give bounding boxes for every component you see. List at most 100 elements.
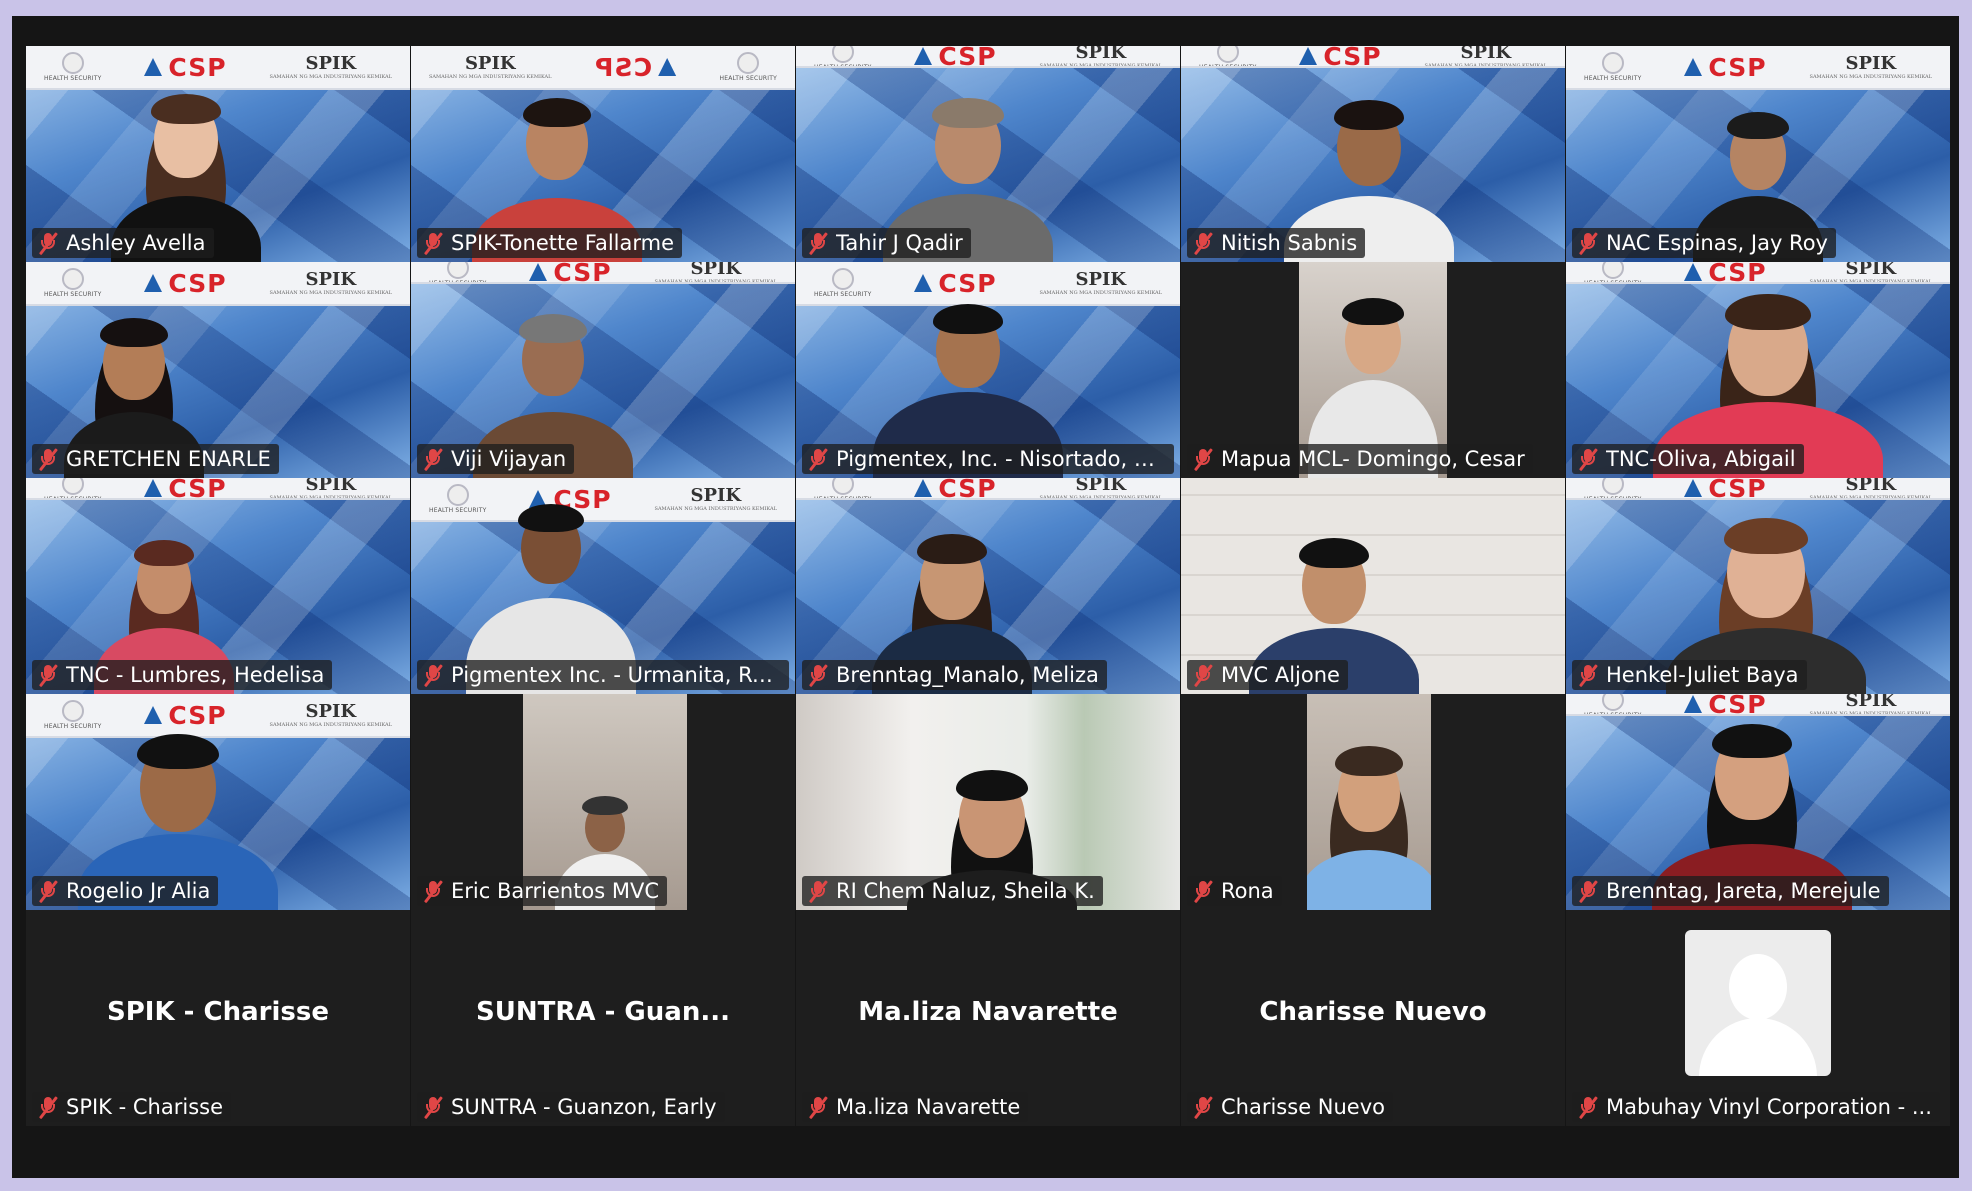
participant-tile[interactable]: HEALTH SECURITY CSP SPIK SAMAHAN NG MGA IND… bbox=[1566, 46, 1950, 262]
participant-name-label[interactable]: Pigmentex Inc. - Urmanita, Ro... bbox=[417, 660, 789, 690]
spik-logo-text: SPIK bbox=[1075, 46, 1127, 63]
person-hair bbox=[932, 98, 1004, 129]
person-hair bbox=[151, 94, 221, 124]
participant-name-label[interactable]: SPIK-Tonette Fallarme bbox=[417, 228, 683, 258]
participant-tile[interactable]: HEALTH SECURITY CSP SPIK SAMAHAN NG MGA IND… bbox=[796, 478, 1180, 694]
participant-display-name: Ma.liza Navarette bbox=[858, 997, 1118, 1027]
health-security-caption: HEALTH SECURITY bbox=[1584, 496, 1642, 500]
participant-name-label[interactable]: Mapua MCL- Domingo, Cesar bbox=[1187, 444, 1533, 474]
participant-name-label[interactable]: Rogelio Jr Alia bbox=[32, 876, 219, 906]
participant-name-label[interactable]: Rona bbox=[1187, 876, 1282, 906]
participant-name-label[interactable]: NAC Espinas, Jay Roy bbox=[1572, 228, 1836, 258]
participant-name-label[interactable]: Nitish Sabnis bbox=[1187, 228, 1366, 258]
mic-muted-icon bbox=[423, 232, 443, 255]
participant-tile[interactable]: HEALTH SECURITY CSP SPIK SAMAHAN NG MGA IND… bbox=[796, 46, 1180, 262]
avatar-head bbox=[1729, 954, 1787, 1020]
participant-name: NAC Espinas, Jay Roy bbox=[1606, 231, 1828, 255]
seal-icon bbox=[1601, 52, 1624, 74]
participant-name: Rona bbox=[1221, 879, 1274, 903]
person-hair bbox=[582, 796, 628, 815]
person-hair bbox=[1712, 724, 1792, 759]
person-torso bbox=[1307, 850, 1431, 910]
participant-name: Brenntag_Manalo, Meliza bbox=[836, 663, 1099, 687]
participant-name-label[interactable]: Mabuhay Vinyl Corporation - ... bbox=[1572, 1092, 1940, 1122]
participant-tile[interactable]: SPIK - Charisse SPIK - Charisse bbox=[26, 910, 410, 1126]
participant-name: RI Chem Naluz, Sheila K. bbox=[836, 879, 1095, 903]
participant-tile[interactable]: Ma.liza Navarette Ma.liza Navarette bbox=[796, 910, 1180, 1126]
participant-name-label[interactable]: RI Chem Naluz, Sheila K. bbox=[802, 876, 1103, 906]
participant-name-label[interactable]: Pigmentex, Inc. - Nisortado, R... bbox=[802, 444, 1174, 474]
participant-name: Viji Vijayan bbox=[451, 447, 567, 471]
participant-tile[interactable]: MVC Aljone bbox=[1181, 478, 1565, 694]
default-avatar-icon bbox=[1685, 930, 1831, 1076]
participant-name-label[interactable]: SUNTRA - Guanzon, Early bbox=[417, 1092, 725, 1122]
health-security-logo: HEALTH SECURITY bbox=[1584, 694, 1641, 714]
seal-icon bbox=[1216, 46, 1239, 63]
participant-name-label[interactable]: TNC-Oliva, Abigail bbox=[1572, 444, 1804, 474]
participant-name-label[interactable]: Eric Barrientos MVC bbox=[417, 876, 668, 906]
person-hair bbox=[956, 770, 1028, 802]
participant-name-label[interactable]: TNC - Lumbres, Hedelisa bbox=[32, 660, 333, 690]
participant-name-label[interactable]: Ashley Avella bbox=[32, 228, 214, 258]
participant-tile[interactable]: HEALTH SECURITY CSP SPIK SAMAHAN NG MGA IND… bbox=[26, 478, 410, 694]
participant-tile[interactable]: SUNTRA - Guan... SUNTRA - Guanzon, Early bbox=[411, 910, 795, 1126]
participant-name-label[interactable]: MVC Aljone bbox=[1187, 660, 1348, 690]
health-security-logo: HEALTH SECURITY bbox=[1584, 52, 1641, 82]
health-security-logo: HEALTH SECURITY bbox=[814, 46, 872, 68]
participant-name-label[interactable]: Charisse Nuevo bbox=[1187, 1092, 1394, 1122]
participant-name-label[interactable]: GRETCHEN ENARLE bbox=[32, 444, 279, 474]
participant-tile[interactable]: HEALTH SECURITY CSP SPIK SAMAHAN NG MGA IND… bbox=[1181, 46, 1565, 262]
participant-name: Ma.liza Navarette bbox=[836, 1095, 1021, 1119]
participant-grid: HEALTH SECURITY CSP SPIK SAMAHAN NG MGA IND… bbox=[26, 46, 1950, 1161]
participant-name-label[interactable]: Henkel-Juliet Baya bbox=[1572, 660, 1807, 690]
spik-logo-text: SPIK bbox=[305, 52, 357, 74]
mic-muted-icon bbox=[423, 664, 443, 687]
participant-name-label[interactable]: Viji Vijayan bbox=[417, 444, 575, 474]
spik-logo-text: SPIK bbox=[305, 268, 357, 290]
participant-tile[interactable]: HEALTH SECURITY CSP SPIK SAMAHAN NG MGA IND… bbox=[1566, 694, 1950, 910]
participant-display-name: SPIK - Charisse bbox=[107, 997, 329, 1027]
person-hair bbox=[1724, 518, 1808, 554]
spik-logo: SPIK SAMAHAN NG MGA INDUSTRIYANG KEMIKAL bbox=[1040, 478, 1162, 498]
participant-tile[interactable]: Mapua MCL- Domingo, Cesar bbox=[1181, 262, 1565, 478]
participant-name-label[interactable]: Brenntag_Manalo, Meliza bbox=[802, 660, 1107, 690]
spik-logo-text: SPIK bbox=[305, 700, 357, 722]
participant-tile[interactable]: Charisse Nuevo Charisse Nuevo bbox=[1181, 910, 1565, 1126]
participant-tile[interactable]: Rona bbox=[1181, 694, 1565, 910]
participant-name-label[interactable]: Brenntag, Jareta, Merejule bbox=[1572, 876, 1889, 906]
person-hair bbox=[1334, 100, 1404, 131]
mic-muted-icon bbox=[1193, 1096, 1213, 1119]
health-security-logo: HEALTH SECURITY bbox=[720, 52, 777, 82]
spik-logo-subtitle: SAMAHAN NG MGA INDUSTRIYANG KEMIKAL bbox=[269, 289, 392, 296]
participant-name: Ashley Avella bbox=[66, 231, 206, 255]
participant-tile[interactable]: SPIK SAMAHAN NG MGA INDUSTRIYANG KEMIKAL C… bbox=[411, 46, 795, 262]
participant-tile[interactable]: HEALTH SECURITY CSP SPIK SAMAHAN NG MGA IND… bbox=[26, 694, 410, 910]
person-hair bbox=[1342, 298, 1404, 325]
person-hair bbox=[1725, 294, 1811, 331]
participant-tile[interactable]: HEALTH SECURITY CSP SPIK SAMAHAN NG MGA IND… bbox=[796, 262, 1180, 478]
participant-name: Pigmentex Inc. - Urmanita, Ro... bbox=[451, 663, 781, 687]
health-security-caption: HEALTH SECURITY bbox=[814, 64, 872, 68]
participant-tile[interactable]: HEALTH SECURITY CSP SPIK SAMAHAN NG MGA IND… bbox=[26, 46, 410, 262]
mic-muted-icon bbox=[38, 448, 58, 471]
spik-logo-text: SPIK bbox=[690, 262, 742, 279]
participant-tile[interactable]: Mabuhay Vinyl Corporation - ... bbox=[1566, 910, 1950, 1126]
participant-tile[interactable]: HEALTH SECURITY CSP SPIK SAMAHAN NG MGA IND… bbox=[1566, 262, 1950, 478]
participant-name-label[interactable]: Ma.liza Navarette bbox=[802, 1092, 1029, 1122]
participant-tile[interactable]: Eric Barrientos MVC bbox=[411, 694, 795, 910]
mic-muted-icon bbox=[1193, 880, 1213, 903]
zoom-gallery-window: HEALTH SECURITY CSP SPIK SAMAHAN NG MGA IND… bbox=[12, 16, 1959, 1178]
spik-logo: SPIK SAMAHAN NG MGA INDUSTRIYANG KEMIKAL bbox=[655, 486, 777, 512]
participant-tile[interactable]: HEALTH SECURITY CSP SPIK SAMAHAN NG MGA IND… bbox=[1566, 478, 1950, 694]
seal-icon bbox=[1601, 478, 1624, 495]
participant-name: SPIK-Tonette Fallarme bbox=[451, 231, 675, 255]
participant-name-label[interactable]: SPIK - Charisse bbox=[32, 1092, 231, 1122]
participant-name-label[interactable]: Tahir J Qadir bbox=[802, 228, 971, 258]
participant-tile[interactable]: HEALTH SECURITY CSP SPIK SAMAHAN NG MGA IND… bbox=[26, 262, 410, 478]
person-hair bbox=[1335, 746, 1403, 777]
participant-tile[interactable]: HEALTH SECURITY CSP SPIK SAMAHAN NG MGA IND… bbox=[411, 478, 795, 694]
person-hair bbox=[917, 534, 987, 565]
participant-tile[interactable]: RI Chem Naluz, Sheila K. bbox=[796, 694, 1180, 910]
participant-tile[interactable]: HEALTH SECURITY CSP SPIK SAMAHAN NG MGA IND… bbox=[411, 262, 795, 478]
person-hair bbox=[134, 540, 194, 566]
